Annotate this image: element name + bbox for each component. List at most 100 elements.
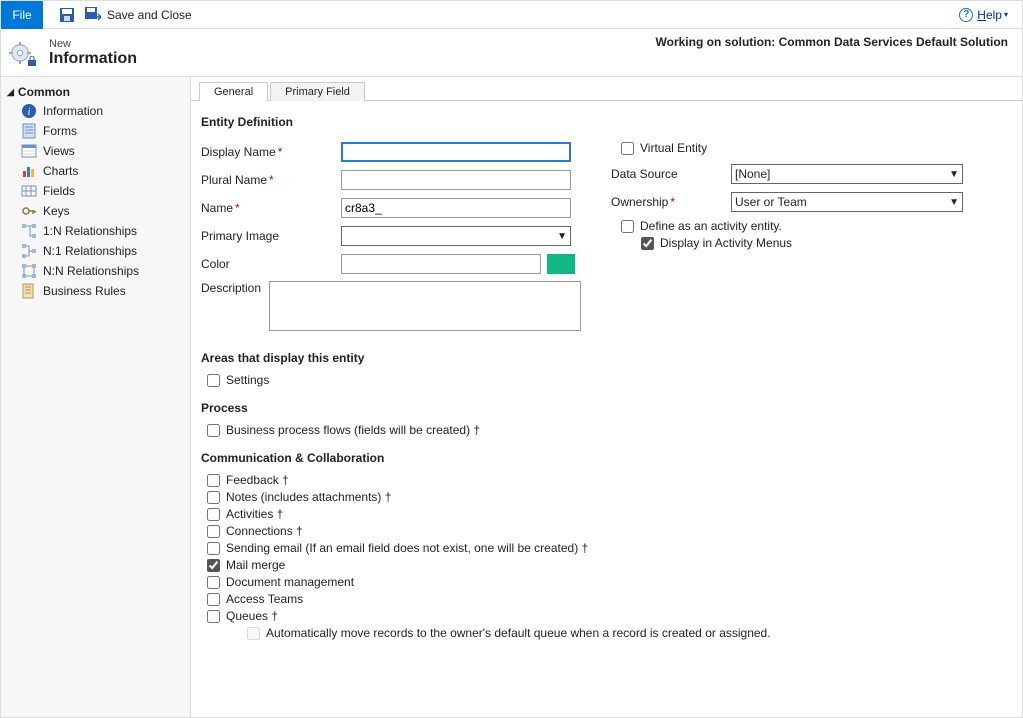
section-comm-collab: Communication & Collaboration (201, 451, 1008, 465)
sidebar-item-label: Fields (43, 184, 75, 198)
activities-label: Activities † (226, 507, 283, 521)
charts-icon (21, 163, 37, 179)
sidebar-item-charts[interactable]: Charts (1, 161, 190, 181)
sidebar-item-keys[interactable]: Keys (1, 201, 190, 221)
main-area: General Primary Field Entity Definition … (191, 77, 1022, 717)
sidebar-item-label: N:1 Relationships (43, 244, 137, 258)
display-activity-menus-checkbox[interactable] (641, 237, 654, 250)
define-activity-label: Define as an activity entity. (640, 219, 782, 233)
sidebar-item-fields[interactable]: Fields (1, 181, 190, 201)
save-close-label: Save and Close (107, 8, 192, 22)
connections-label: Connections † (226, 524, 303, 538)
section-entity-definition: Entity Definition (201, 115, 1008, 129)
sidebar-group-label: Common (18, 85, 70, 99)
sidebar-item-1n-relationships[interactable]: 1:N Relationships (1, 221, 190, 241)
display-name-input[interactable] (341, 142, 571, 162)
ownership-select[interactable]: User or Team▼ (731, 192, 963, 212)
save-close-icon (85, 7, 101, 23)
relationship-icon (21, 263, 37, 279)
sidebar-item-information[interactable]: i Information (1, 101, 190, 121)
notes-label: Notes (includes attachments) † (226, 490, 391, 504)
sidebar-item-label: Information (43, 104, 103, 118)
help-link[interactable]: ? Help ▾ (959, 8, 1008, 22)
relationship-icon (21, 243, 37, 259)
file-menu-button[interactable]: File (1, 1, 43, 29)
toolbar-icons: Save and Close (59, 7, 192, 23)
notes-checkbox[interactable] (207, 491, 220, 504)
info-icon: i (21, 103, 37, 119)
sidebar: ◢ Common i Information Forms Views Charts… (1, 77, 191, 717)
display-name-label: Display Name* (201, 145, 341, 159)
chevron-down-icon: ▼ (949, 169, 959, 180)
access-teams-label: Access Teams (226, 592, 303, 606)
color-label: Color (201, 257, 341, 271)
sidebar-item-business-rules[interactable]: Business Rules (1, 281, 190, 301)
bpf-checkbox[interactable] (207, 424, 220, 437)
sidebar-item-label: Charts (43, 164, 78, 178)
sidebar-item-label: N:N Relationships (43, 264, 139, 278)
settings-checkbox[interactable] (207, 374, 220, 387)
description-label: Description (201, 281, 269, 295)
sidebar-item-forms[interactable]: Forms (1, 121, 190, 141)
connections-checkbox[interactable] (207, 525, 220, 538)
description-textarea[interactable] (269, 281, 581, 331)
define-activity-checkbox[interactable] (621, 220, 634, 233)
chevron-down-icon: ▼ (949, 197, 959, 208)
feedback-label: Feedback † (226, 473, 289, 487)
name-input[interactable] (341, 198, 571, 218)
access-teams-checkbox[interactable] (207, 593, 220, 606)
settings-label: Settings (226, 373, 269, 387)
sending-email-checkbox[interactable] (207, 542, 220, 555)
chevron-down-icon: ▾ (1004, 10, 1008, 19)
tab-general[interactable]: General (199, 82, 268, 101)
save-icon[interactable] (59, 7, 75, 23)
virtual-entity-checkbox[interactable] (621, 142, 634, 155)
bpf-label: Business process flows (fields will be c… (226, 423, 480, 437)
ownership-label: Ownership* (611, 195, 731, 209)
form-content: Entity Definition Display Name* Plural N… (191, 101, 1022, 717)
plural-name-input[interactable] (341, 170, 571, 190)
views-icon (21, 143, 37, 159)
queues-checkbox[interactable] (207, 610, 220, 623)
tab-bar: General Primary Field (191, 77, 1022, 101)
mail-merge-label: Mail merge (226, 558, 285, 572)
sidebar-item-label: Views (43, 144, 75, 158)
sidebar-item-label: Keys (43, 204, 70, 218)
feedback-checkbox[interactable] (207, 474, 220, 487)
svg-text:i: i (28, 107, 31, 118)
sidebar-item-views[interactable]: Views (1, 141, 190, 161)
fields-icon (21, 183, 37, 199)
doc-management-checkbox[interactable] (207, 576, 220, 589)
sidebar-item-label: 1:N Relationships (43, 224, 137, 238)
forms-icon (21, 123, 37, 139)
rules-icon (21, 283, 37, 299)
queues-label: Queues † (226, 609, 278, 623)
tab-primary-field[interactable]: Primary Field (270, 82, 365, 101)
auto-move-queue-checkbox (247, 627, 260, 640)
keys-icon (21, 203, 37, 219)
sidebar-item-label: Business Rules (43, 284, 126, 298)
save-and-close-button[interactable]: Save and Close (85, 7, 192, 23)
relationship-icon (21, 223, 37, 239)
solution-context-label: Working on solution: Common Data Service… (656, 35, 1008, 49)
auto-move-queue-label: Automatically move records to the owner'… (266, 626, 771, 640)
mail-merge-checkbox[interactable] (207, 559, 220, 572)
section-process: Process (201, 401, 1008, 415)
chevron-down-icon: ▼ (557, 231, 567, 242)
sidebar-group-common[interactable]: ◢ Common (1, 83, 190, 101)
data-source-select[interactable]: [None]▼ (731, 164, 963, 184)
data-source-label: Data Source (611, 167, 731, 181)
sidebar-item-n1-relationships[interactable]: N:1 Relationships (1, 241, 190, 261)
primary-image-label: Primary Image (201, 229, 341, 243)
primary-image-select[interactable]: ▼ (341, 226, 571, 246)
display-activity-menus-label: Display in Activity Menus (660, 236, 792, 250)
page-header: New Information Working on solution: Com… (1, 29, 1022, 77)
doc-management-label: Document management (226, 575, 354, 589)
color-swatch[interactable] (547, 254, 575, 274)
sidebar-item-nn-relationships[interactable]: N:N Relationships (1, 261, 190, 281)
virtual-entity-label: Virtual Entity (640, 141, 707, 155)
color-input[interactable] (341, 254, 541, 274)
collapse-icon: ◢ (7, 87, 14, 98)
lock-icon (27, 56, 37, 66)
activities-checkbox[interactable] (207, 508, 220, 521)
